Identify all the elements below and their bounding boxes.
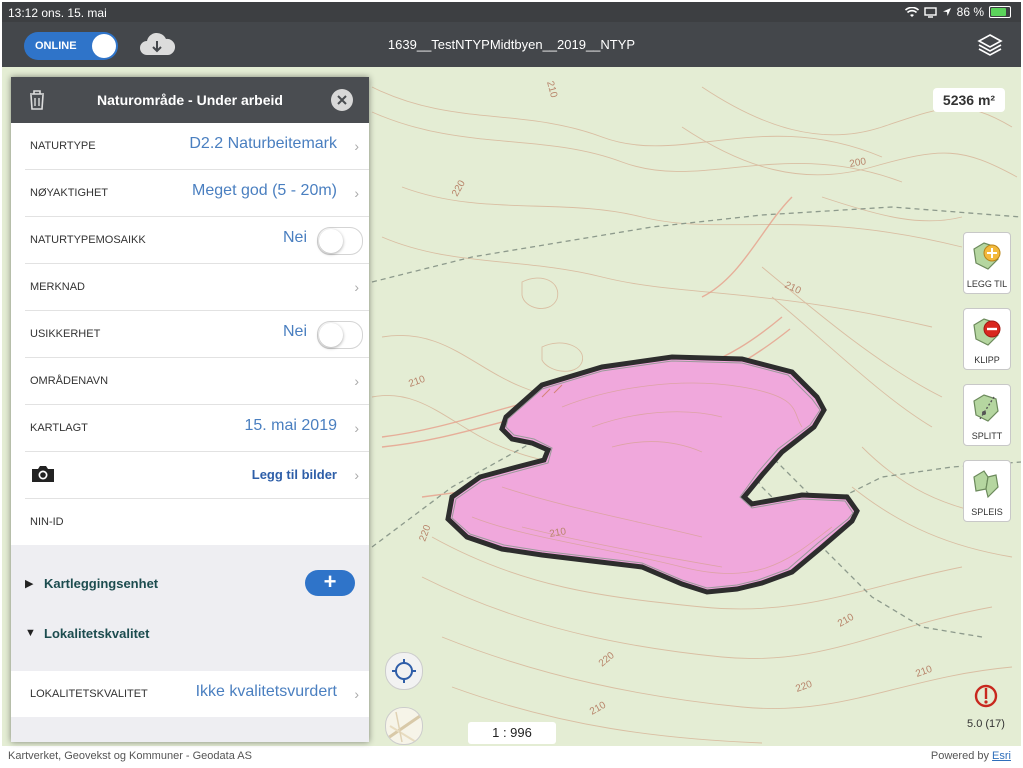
chevron-right-icon: › [354,279,359,295]
row-add-photos[interactable]: Legg til bilder › [25,452,369,499]
row-noyaktighet[interactable]: NØYAKTIGHET Meget god (5 - 20m) › [25,170,369,217]
tool-merge-label: SPLEIS [971,507,1003,517]
chevron-right-icon: › [354,467,359,483]
project-title: 1639__TestNTYPMidtbyen__2019__NTYP [387,37,636,52]
powered-by: Powered by Esri [931,750,1011,762]
row-value: Ikke kvalitetsvurdert [195,683,337,700]
row-merknad[interactable]: MERKNAD › [25,264,369,311]
gps-button[interactable]: 5.0 (17) [963,683,1009,733]
attribute-panel: Naturområde - Under arbeid NATURTYPE D2.… [11,77,369,742]
lokalitet-rows: LOKALITETSKVALITET Ikke kvalitetsvurdert… [11,671,369,717]
usikkerhet-switch[interactable] [317,321,363,349]
row-value: Nei [282,323,307,340]
wifi-icon [904,6,919,17]
gps-location-icon [974,684,998,708]
section-lokalitetskvalitet[interactable]: ▼ Lokalitetskvalitet [11,599,369,671]
mosaikk-switch[interactable] [317,227,363,255]
area-measurement: 5236 m² [933,88,1005,112]
add-kartleggingsenhet-button[interactable]: + [305,570,355,596]
status-time: 13:12 [8,6,39,20]
row-omradenavn[interactable]: OMRÅDENAVN › [25,358,369,405]
battery-icon [989,6,1011,18]
row-lokalitetskvalitet[interactable]: LOKALITETSKVALITET Ikke kvalitetsvurdert… [25,671,369,717]
row-label: MERKNAD [30,281,86,293]
chevron-right-icon: › [354,185,359,201]
row-naturtypemosaikk: NATURTYPEMOSAIKK Nei [25,217,369,264]
layers-button[interactable] [977,32,1003,58]
section-kartleggingsenhet[interactable]: ▶ Kartleggingsenhet + [11,545,369,599]
battery-fill [991,8,1006,16]
row-value: Nei [282,229,307,246]
status-bar: 13:12 ons. 15. mai 86 % [2,2,1021,22]
switch-knob [319,229,343,253]
row-usikkerhet: USIKKERHET Nei [25,311,369,358]
close-icon [337,95,347,105]
tool-add-button[interactable]: LEGG TIL [963,232,1011,294]
row-value: Meget god (5 - 20m) [192,182,337,199]
status-time-date: 13:12 ons. 15. mai [8,6,107,20]
row-label: NØYAKTIGHET [30,187,109,199]
triangle-right-icon: ▶ [25,578,34,590]
tool-split-label: SPLITT [971,431,1003,441]
location-arrow-icon [942,8,951,16]
row-label: KARTLAGT [30,422,88,434]
section-title: Kartleggingsenhet [44,576,159,591]
chevron-right-icon: › [354,138,359,154]
nav-bar: ONLINE 1639__TestNTYPMidtbyen__2019__NTY… [2,22,1021,67]
row-label: NATURTYPE [30,140,96,152]
cut-polygon-icon [973,318,1001,346]
row-label: LOKALITETSKVALITET [30,688,148,700]
triangle-down-icon: ▼ [25,627,36,639]
row-label: OMRÅDENAVN [30,375,109,387]
basemap-thumbnail-icon [387,711,421,743]
powered-by-prefix: Powered by [930,750,993,762]
row-nin-id: NIN-ID [25,499,369,545]
camera-icon [32,466,54,482]
status-right: 86 % [904,5,1011,19]
attribute-rows: NATURTYPE D2.2 Naturbeitemark › NØYAKTIG… [11,123,369,545]
add-photos-link: Legg til bilder [251,467,337,482]
attribution-text: Kartverket, Geovekst og Kommuner - Geoda… [8,750,252,762]
map-scale: 1 : 996 [468,722,556,744]
status-date: ons. 15. mai [41,6,107,20]
row-kartlagt[interactable]: KARTLAGT 15. mai 2019 › [25,405,369,452]
layers-icon [977,34,1003,56]
merge-polygon-icon [973,470,999,499]
compass-icon [392,659,416,683]
section-title: Lokalitetskvalitet [44,626,150,641]
tool-split-button[interactable]: SPLITT [963,384,1011,446]
row-value: 15. mai 2019 [244,417,337,434]
chevron-right-icon: › [354,373,359,389]
tool-cut-button[interactable]: KLIPP [963,308,1011,370]
esri-link[interactable]: Esri [992,750,1011,762]
tool-add-label: LEGG TIL [966,279,1008,289]
screen-mirror-icon [923,6,937,18]
row-label: USIKKERHET [30,328,101,340]
row-value: D2.2 Naturbeitemark [189,135,337,152]
switch-knob [319,323,343,347]
battery-percent: 86 % [956,5,984,19]
panel-header: Naturområde - Under arbeid [11,77,369,123]
row-naturtype[interactable]: NATURTYPE D2.2 Naturbeitemark › [25,123,369,170]
gps-accuracy: 5.0 (17) [967,718,1005,730]
tool-merge-button[interactable]: SPLEIS [963,460,1011,522]
chevron-right-icon: › [354,420,359,436]
plus-icon: + [323,569,337,594]
app-window: 13:12 ons. 15. mai 86 % ONLINE 1639__Tes… [2,2,1021,766]
panel-title: Naturområde - Under arbeid [97,92,283,108]
attribution-bar: Kartverket, Geovekst og Kommuner - Geoda… [2,746,1021,766]
tool-cut-label: KLIPP [974,355,1000,365]
close-button[interactable] [331,89,353,111]
compass-button[interactable] [385,652,423,690]
row-label: NIN-ID [30,516,64,528]
chevron-right-icon: › [354,686,359,702]
basemap-button[interactable] [385,707,423,745]
add-polygon-icon [973,242,1001,270]
row-label: NATURTYPEMOSAIKK [30,234,146,246]
split-polygon-icon [973,394,999,422]
